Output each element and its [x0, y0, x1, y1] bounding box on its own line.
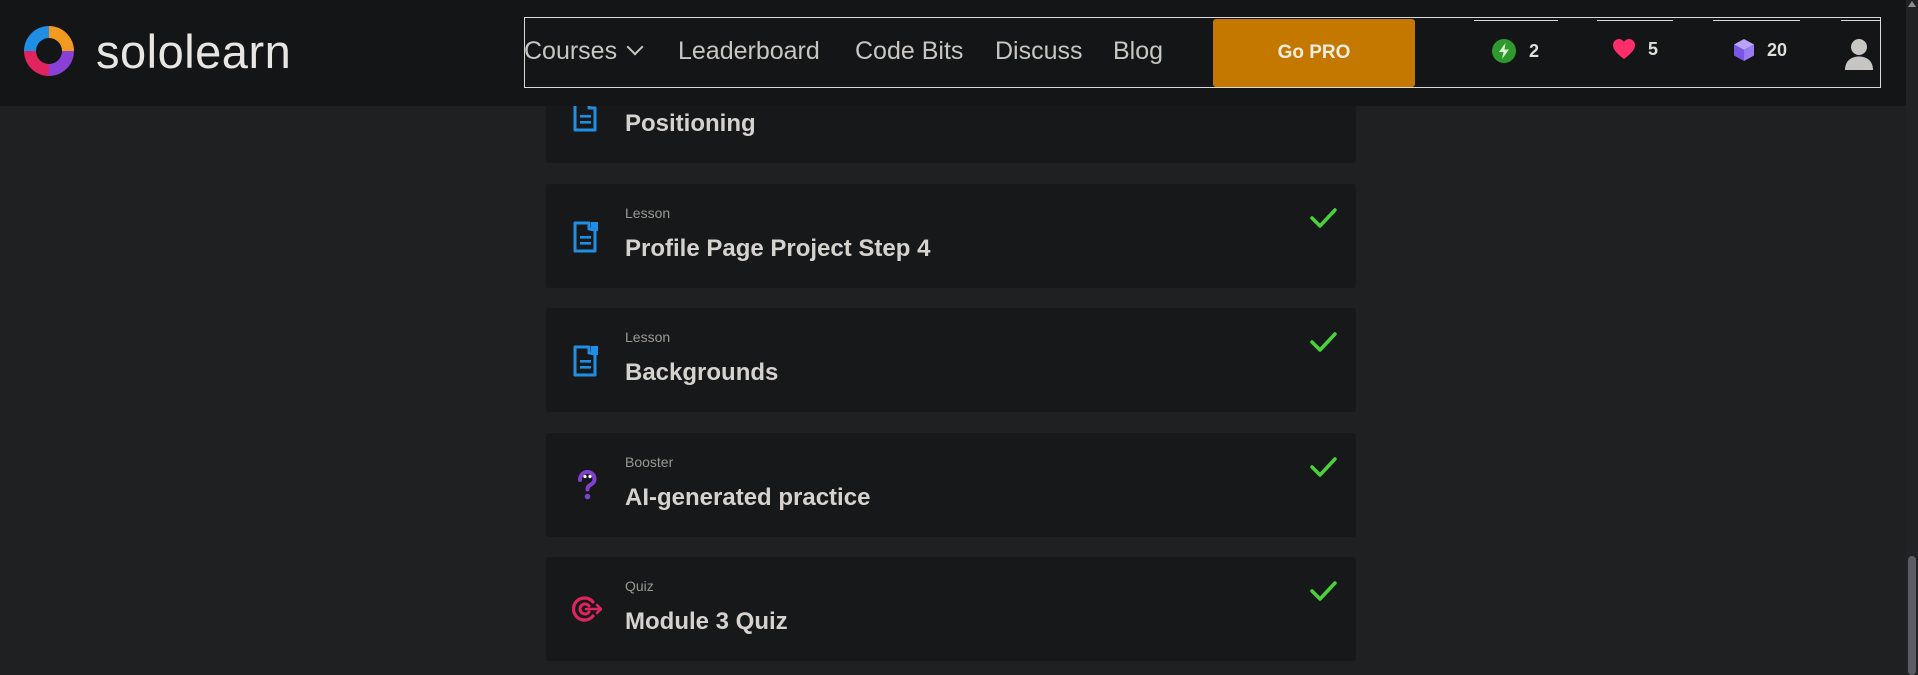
stat-divider	[1713, 20, 1800, 21]
lesson-icon	[573, 345, 598, 377]
page: sololearn Courses Leaderboard Code Bits …	[0, 0, 1918, 675]
sololearn-logo[interactable]: sololearn	[18, 20, 291, 82]
list-item[interactable]: Booster AI-generated practice	[546, 433, 1356, 537]
item-title: Positioning	[625, 110, 756, 137]
item-type: Quiz	[625, 578, 654, 594]
user-avatar-icon[interactable]	[1844, 37, 1874, 71]
list-item[interactable]: Quiz Module 3 Quiz	[546, 557, 1356, 661]
top-navigation-bar: sololearn Courses Leaderboard Code Bits …	[0, 0, 1906, 106]
hearts-value: 5	[1648, 38, 1659, 59]
brand-name: sololearn	[96, 24, 292, 78]
item-title: AI-generated practice	[625, 484, 871, 511]
list-item[interactable]: Lesson Profile Page Project Step 4	[546, 184, 1356, 288]
streak-counter[interactable]: 2	[1491, 38, 1539, 64]
nav-code-bits[interactable]: Code Bits	[855, 34, 963, 68]
streak-value: 2	[1529, 40, 1540, 61]
lightning-icon	[1492, 39, 1516, 63]
go-pro-button[interactable]: Go PRO	[1213, 19, 1415, 87]
checkmark-icon	[1310, 457, 1337, 477]
item-type: Lesson	[625, 205, 671, 221]
scroll-up-arrow-icon[interactable]	[1908, 1, 1916, 7]
item-title: Backgrounds	[625, 359, 779, 386]
checkmark-icon	[1310, 332, 1337, 352]
scrollbar-thumb[interactable]	[1908, 556, 1916, 675]
hearts-counter[interactable]: 5	[1612, 38, 1658, 60]
nav-courses[interactable]: Courses	[524, 34, 644, 68]
nav-discuss[interactable]: Discuss	[995, 34, 1083, 68]
heart-icon	[1613, 39, 1635, 59]
chevron-down-icon	[626, 38, 644, 56]
stat-divider	[1597, 20, 1673, 21]
checkmark-icon	[1310, 581, 1337, 601]
item-type: Lesson	[625, 329, 671, 345]
item-title: Profile Page Project Step 4	[625, 235, 931, 262]
gems-counter[interactable]: 20	[1733, 38, 1787, 62]
item-type: Booster	[625, 454, 674, 470]
list-item[interactable]: Lesson Backgrounds	[546, 308, 1356, 412]
quiz-target-icon	[572, 596, 602, 622]
gem-icon	[1734, 39, 1754, 61]
sololearn-logo-icon	[24, 26, 74, 76]
item-title: Module 3 Quiz	[625, 608, 788, 635]
gems-value: 20	[1767, 39, 1788, 60]
nav-courses-label: Courses	[524, 37, 618, 65]
lesson-icon	[573, 221, 598, 253]
stat-divider	[1474, 20, 1558, 21]
checkmark-icon	[1310, 208, 1337, 228]
nav-blog[interactable]: Blog	[1113, 34, 1163, 68]
stat-divider	[1841, 20, 1881, 21]
nav-leaderboard[interactable]: Leaderboard	[678, 34, 820, 68]
booster-icon	[578, 469, 597, 500]
